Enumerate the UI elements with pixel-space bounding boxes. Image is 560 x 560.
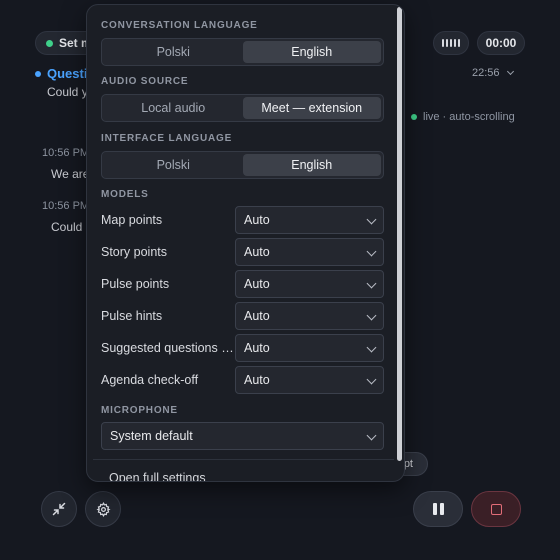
conversation-language-toggle: Polski English bbox=[101, 38, 384, 66]
audio-level-button[interactable] bbox=[433, 31, 469, 55]
select-value: Auto bbox=[244, 309, 270, 323]
select-value: Auto bbox=[244, 245, 270, 259]
entry-timestamp: 10:56 PM bbox=[42, 147, 90, 159]
model-label: Map points bbox=[101, 213, 163, 227]
section-title-audio-source: AUDIO SOURCE bbox=[101, 76, 189, 87]
select-value: Auto bbox=[244, 341, 270, 355]
question-label: Questi bbox=[47, 66, 88, 81]
model-label: Agenda check-off bbox=[101, 373, 199, 387]
model-select-map-points[interactable]: Auto bbox=[235, 206, 384, 234]
audio-source-meet-extension[interactable]: Meet — extension bbox=[242, 97, 381, 119]
chevron-down-icon bbox=[506, 67, 514, 76]
question-text: Could y bbox=[47, 85, 88, 99]
open-full-settings-link[interactable]: Open full settings bbox=[109, 471, 206, 481]
pause-button[interactable] bbox=[413, 491, 463, 527]
model-row-agenda-check-off: Agenda check-off Auto bbox=[101, 366, 384, 394]
collapse-icon bbox=[52, 502, 66, 516]
question-item[interactable]: Questi bbox=[35, 66, 87, 81]
select-value: System default bbox=[110, 429, 193, 443]
model-select-pulse-hints[interactable]: Auto bbox=[235, 302, 384, 330]
model-select-story-points[interactable]: Auto bbox=[235, 238, 384, 266]
settings-button[interactable] bbox=[85, 491, 121, 527]
conversation-language-english[interactable]: English bbox=[242, 41, 381, 63]
collapse-button[interactable] bbox=[41, 491, 77, 527]
model-label: Story points bbox=[101, 245, 168, 259]
waveform-icon bbox=[442, 39, 460, 47]
chevron-down-icon bbox=[366, 214, 377, 225]
model-select-pulse-points[interactable]: Auto bbox=[235, 270, 384, 298]
select-value: Auto bbox=[244, 213, 270, 227]
interface-language-english[interactable]: English bbox=[242, 154, 381, 176]
chevron-down-icon bbox=[366, 342, 377, 353]
model-label: Suggested questions … bbox=[101, 341, 234, 355]
stop-button[interactable] bbox=[471, 491, 521, 527]
select-value: Auto bbox=[244, 373, 270, 387]
chevron-down-icon bbox=[366, 278, 377, 289]
model-row-story-points: Story points Auto bbox=[101, 238, 384, 266]
chevron-down-icon bbox=[366, 310, 377, 321]
model-row-suggested-questions: Suggested questions … Auto bbox=[101, 334, 384, 362]
live-dot bbox=[411, 114, 417, 120]
audio-source-toggle: Local audio Meet — extension bbox=[101, 94, 384, 122]
model-row-map-points: Map points Auto bbox=[101, 206, 384, 234]
live-status: live · auto-scrolling bbox=[411, 111, 515, 123]
microphone-select[interactable]: System default bbox=[101, 422, 384, 450]
model-row-pulse-hints: Pulse hints Auto bbox=[101, 302, 384, 330]
interface-language-polski[interactable]: Polski bbox=[104, 154, 243, 176]
entry-timestamp: 10:56 PM bbox=[42, 200, 90, 212]
settings-popup: CONVERSATION LANGUAGE Polski English AUD… bbox=[86, 4, 405, 482]
live-status-text: live · auto-scrolling bbox=[423, 111, 515, 123]
audio-source-local[interactable]: Local audio bbox=[104, 97, 243, 119]
model-select-suggested-questions[interactable]: Auto bbox=[235, 334, 384, 362]
question-time[interactable]: 22:56 bbox=[472, 67, 514, 79]
pause-icon bbox=[432, 503, 444, 515]
entry-text: Could bbox=[51, 220, 83, 234]
section-title-models: MODELS bbox=[101, 189, 149, 200]
gear-icon bbox=[95, 501, 111, 517]
question-timestamp: 22:56 bbox=[472, 67, 500, 79]
section-title-interface-language: INTERFACE LANGUAGE bbox=[101, 133, 233, 144]
question-dot bbox=[35, 70, 41, 77]
stop-icon bbox=[490, 503, 502, 515]
divider bbox=[93, 459, 394, 460]
status-dot bbox=[46, 39, 53, 47]
chevron-down-icon bbox=[366, 246, 377, 257]
select-value: Auto bbox=[244, 277, 270, 291]
conversation-language-polski[interactable]: Polski bbox=[104, 41, 243, 63]
entry-text: We are bbox=[51, 167, 90, 181]
interface-language-toggle: Polski English bbox=[101, 151, 384, 179]
model-select-agenda-check-off[interactable]: Auto bbox=[235, 366, 384, 394]
recording-timer: 00:00 bbox=[477, 31, 525, 55]
section-title-conversation-language: CONVERSATION LANGUAGE bbox=[101, 20, 258, 31]
section-title-microphone: MICROPHONE bbox=[101, 405, 178, 416]
scrollbar[interactable] bbox=[397, 7, 402, 461]
model-row-pulse-points: Pulse points Auto bbox=[101, 270, 384, 298]
chevron-down-icon bbox=[366, 374, 377, 385]
chevron-down-icon bbox=[366, 430, 377, 441]
model-label: Pulse hints bbox=[101, 309, 163, 323]
model-label: Pulse points bbox=[101, 277, 170, 291]
